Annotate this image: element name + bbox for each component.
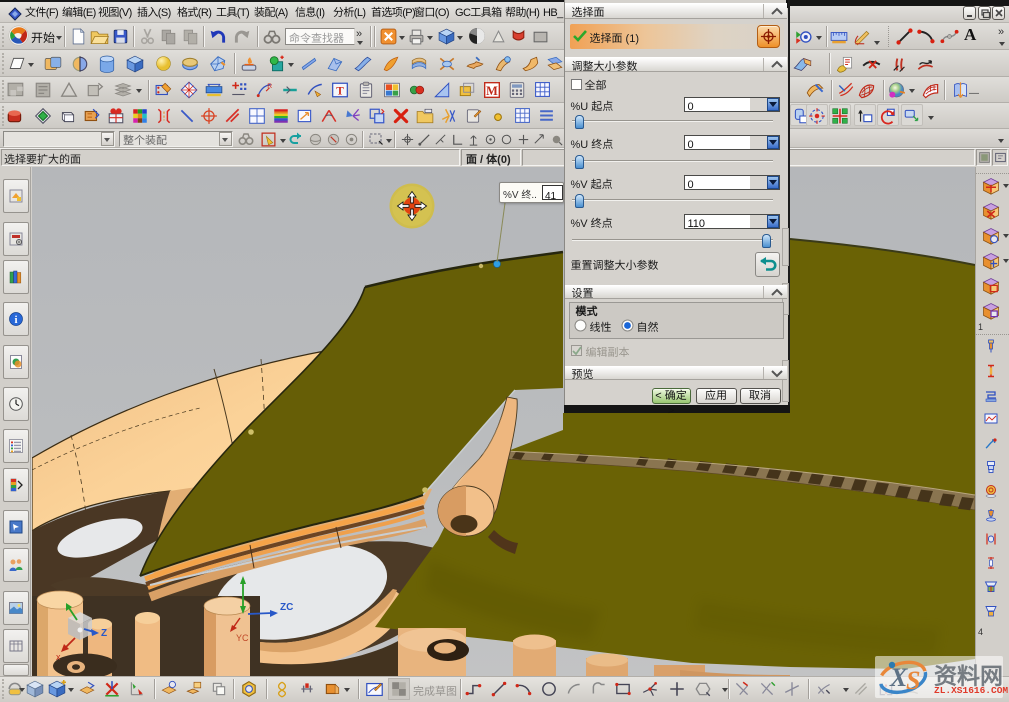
svg-text:YC: YC: [236, 631, 249, 644]
svg-text:S: S: [906, 666, 920, 695]
svg-text:M: M: [486, 84, 498, 98]
svg-text:i: i: [14, 314, 17, 326]
svg-text:R: R: [267, 81, 272, 90]
svg-text:x: x: [56, 650, 61, 663]
svg-text:ZC: ZC: [280, 598, 293, 613]
svg-text:T: T: [336, 86, 344, 98]
svg-text:Z: Z: [101, 624, 107, 639]
